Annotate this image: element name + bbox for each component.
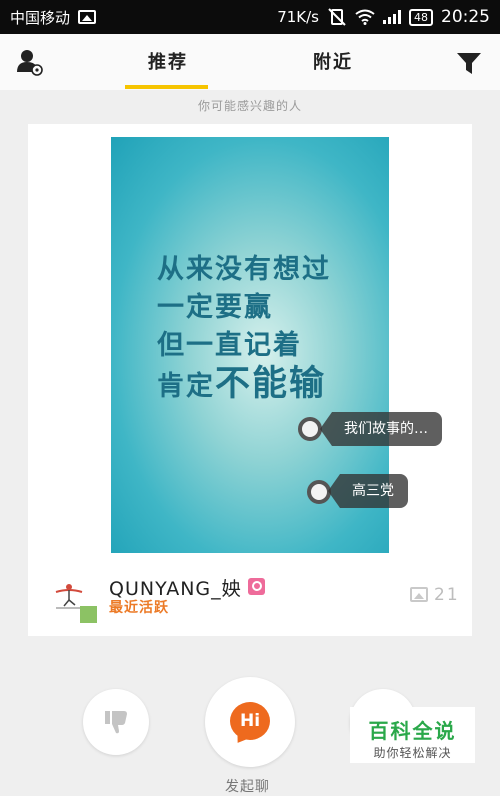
wifi-icon xyxy=(355,9,375,25)
profile-card[interactable]: 从来没有想过 一定要赢 但一直记着 肯定不能输 xyxy=(28,124,472,636)
clock: 20:25 xyxy=(441,7,490,27)
gallery-notification-icon xyxy=(78,10,97,24)
watermark-subtitle: 助你轻松解决 xyxy=(373,746,452,760)
vibrate-mute-icon xyxy=(328,8,346,26)
thumbs-down-icon xyxy=(105,711,127,734)
online-status-indicator xyxy=(80,606,97,623)
status-bar: 中国移动 71K/s 48 20:25 xyxy=(0,0,500,34)
tag-pin xyxy=(298,417,322,441)
section-subtitle: 你可能感兴趣的人 xyxy=(197,99,302,113)
top-nav: 推荐 附近 xyxy=(0,34,500,90)
active-tab-indicator xyxy=(125,85,208,89)
photo-count: 21 xyxy=(434,585,460,605)
caption-line: 肯定不能输 xyxy=(157,365,331,406)
hi-chat-icon: Hi xyxy=(230,702,270,740)
start-chat-label: 发起聊 xyxy=(225,779,270,795)
watermark-title: 百科全说 xyxy=(368,719,457,743)
say-hi-button[interactable]: Hi xyxy=(205,677,295,767)
battery-icon: 48 xyxy=(409,8,433,26)
watermark-logo: 百科全说 助你轻松解决 xyxy=(350,707,475,763)
activity-status: 最近活跃 xyxy=(109,600,169,616)
tab-recommended[interactable]: 推荐 xyxy=(148,48,188,74)
caption-line: 从来没有想过 xyxy=(157,254,331,285)
caption-line: 一定要赢 xyxy=(157,292,273,323)
female-gender-icon xyxy=(248,578,265,595)
photo-count-icon xyxy=(410,587,428,602)
photo-caption: 从来没有想过 一定要赢 但一直记着 肯定不能输 xyxy=(157,251,331,406)
user-settings-icon[interactable] xyxy=(16,48,44,76)
caption-line-part: 肯定 xyxy=(157,371,215,402)
carrier-label: 中国移动 xyxy=(10,8,71,27)
interest-tag[interactable]: 我们故事的… xyxy=(320,412,442,446)
interest-tag[interactable]: 高三党 xyxy=(328,474,408,508)
filter-icon[interactable] xyxy=(456,52,482,76)
caption-line-emphasis: 不能输 xyxy=(215,364,327,404)
net-speed: 71K/s xyxy=(277,8,319,26)
tab-nearby[interactable]: 附近 xyxy=(313,48,353,74)
caption-line: 但一直记着 xyxy=(157,330,302,361)
dislike-button[interactable] xyxy=(83,689,149,755)
signal-icon xyxy=(383,10,401,24)
